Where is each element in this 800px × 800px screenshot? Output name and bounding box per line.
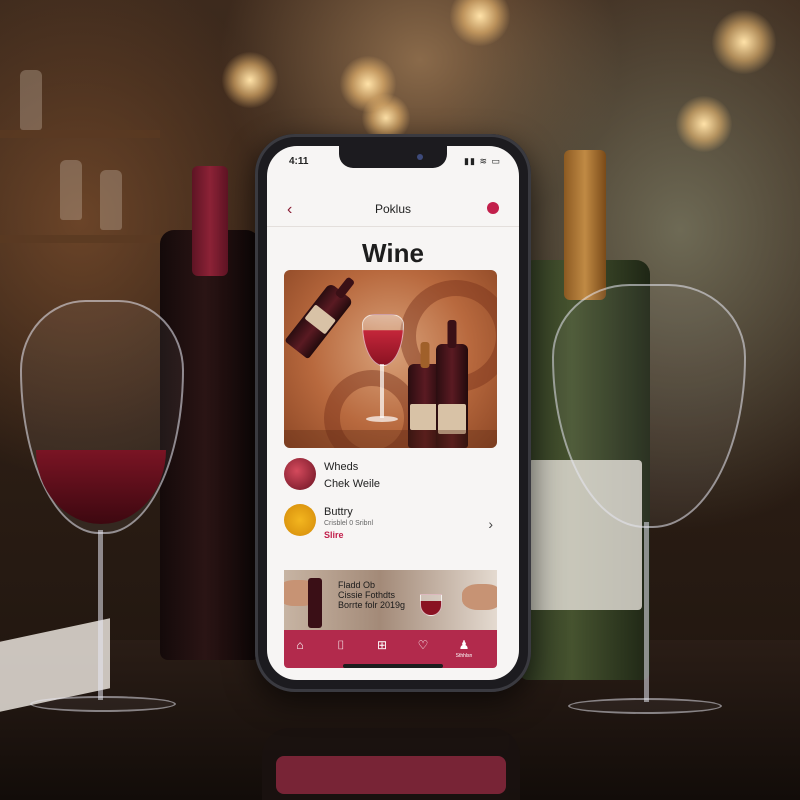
notch — [339, 146, 447, 168]
status-icons: ▮▮ ≋ ▭ — [464, 156, 501, 166]
list-item[interactable]: Buttry Crisblel 0 Sribnl Slire › — [284, 504, 497, 550]
bokeh-light — [712, 10, 776, 74]
profile-icon: ♟ — [458, 638, 470, 652]
list-item[interactable]: Wheds Chek Weile — [284, 458, 497, 498]
smartphone: 4:11 ▮▮ ≋ ▭ Poklus ‹ Wine Wheds Chek Wei… — [255, 134, 531, 692]
list-item-subtitle: Crisblel 0 Sribnl — [324, 520, 374, 527]
list-item-tag: Slire — [324, 530, 344, 540]
shelf — [0, 130, 160, 138]
hero-image[interactable] — [284, 270, 497, 448]
record-icon[interactable] — [487, 202, 499, 214]
tab-label: Sthhlsn — [455, 653, 473, 659]
wine-avatar — [284, 458, 316, 490]
phone-reflection — [262, 728, 520, 800]
shelf-bottle — [20, 70, 42, 130]
list-item-title: Wheds — [324, 461, 359, 473]
shelf-bottle — [60, 160, 82, 220]
grape-avatar — [284, 504, 316, 536]
status-time: 4:11 — [289, 156, 309, 167]
list-item-subtitle: Chek Weile — [324, 478, 381, 490]
bottom-tab-bar: ⌂ ⌷ ⊞ ♡ ♟ Sthhlsn — [284, 630, 497, 668]
hero-wine-glass — [362, 314, 404, 366]
profile-tab[interactable]: ♟ Sthhlsn — [454, 638, 474, 659]
home-icon[interactable]: ⌂ — [290, 638, 310, 658]
heart-icon[interactable]: ♡ — [413, 638, 433, 658]
list-item-title: Buttry — [324, 506, 353, 518]
app-screen: 4:11 ▮▮ ≋ ▭ Poklus ‹ Wine Wheds Chek Wei… — [267, 146, 519, 680]
shelf — [0, 235, 160, 243]
promo-banner[interactable]: Fladd Ob Cissie Fothdts Borrte folr 2019… — [284, 570, 497, 630]
gift-icon[interactable]: ⊞ — [372, 638, 392, 658]
nav-title: Poklus — [374, 202, 412, 216]
shelf-bottle — [100, 170, 122, 230]
bookmark-icon[interactable]: ⌷ — [331, 638, 351, 658]
hand-image — [462, 584, 497, 610]
back-icon[interactable]: ‹ — [287, 202, 292, 218]
camera-icon — [417, 154, 423, 160]
chevron-right-icon[interactable]: › — [488, 516, 493, 532]
hero-bottle-tilted — [284, 276, 356, 360]
bokeh-light — [676, 96, 732, 152]
home-indicator[interactable] — [343, 664, 443, 668]
page-title: Wine — [362, 238, 424, 268]
bokeh-light — [222, 52, 278, 108]
divider — [267, 226, 519, 227]
promo-bottle — [308, 578, 322, 628]
promo-text: Fladd Ob Cissie Fothdts Borrte folr 2019… — [338, 580, 406, 610]
